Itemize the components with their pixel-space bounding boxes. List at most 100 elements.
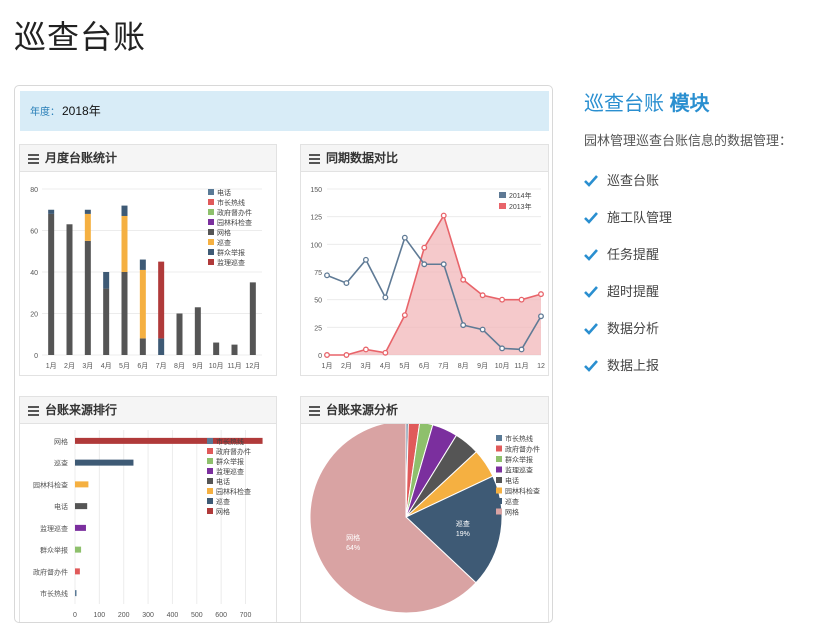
dashboard-screenshot: 年度： 2018年 月度台账统计 0 20 40 60 80 1月 2月 3月 4月 5月 6月 7月 8… (14, 85, 553, 623)
data-point (401, 234, 408, 241)
legend-label: 园林科检查 (216, 487, 251, 496)
menu-icon[interactable] (309, 404, 320, 418)
feature-item: 施工队管理 (584, 208, 672, 245)
data-point (401, 312, 408, 319)
bar-segment (84, 213, 91, 241)
data-point (479, 292, 486, 299)
legend-swatch (207, 458, 213, 464)
bar (75, 503, 88, 510)
feature-label: 超时提醒 (607, 284, 660, 299)
bar-segment (231, 344, 238, 355)
legend-label: 2014年 (509, 191, 532, 200)
legend-label: 监理巡查 (216, 467, 244, 476)
data-point (538, 313, 544, 320)
feature-item: 超时提醒 (584, 282, 672, 319)
y-tick-label: 60 (30, 229, 38, 236)
x-tick-label: 3月 (360, 362, 371, 370)
legend-label: 监理巡查 (217, 258, 245, 267)
x-tick-label: 6月 (419, 362, 430, 370)
x-tick-label: 300 (142, 612, 154, 619)
data-point (362, 346, 369, 353)
legend-label: 政府督办件 (216, 447, 251, 456)
y-tick-label: 150 (310, 187, 322, 194)
compare-line-chart: 0 25 50 75 100 125 150 1月 2月 3月 4月 5月 6月 7月 8月 9月 10月 11月… (310, 187, 545, 370)
data-point (440, 261, 447, 268)
x-tick-label: 8月 (174, 362, 185, 370)
legend-label: 2013年 (509, 202, 532, 211)
legend-swatch (499, 203, 506, 209)
year-filter-label: 年度： (30, 107, 60, 118)
bar-segment (158, 338, 165, 355)
legend-label: 园林科检查 (505, 487, 540, 496)
x-tick-label: 10月 (209, 362, 224, 370)
x-tick-label: 12 (537, 363, 545, 370)
y-tick-label: 群众举报 (40, 546, 68, 555)
legend-swatch (207, 498, 213, 504)
legend-label: 监理巡查 (505, 466, 533, 475)
bar-segment (84, 240, 91, 355)
bar-segment (121, 215, 128, 272)
bar (75, 568, 80, 575)
data-point (421, 244, 428, 251)
pie-label: 网格 (346, 533, 360, 542)
x-tick-label: 5月 (119, 362, 130, 370)
y-tick-label: 0 (34, 353, 38, 360)
panel-source-title: 台账来源分析 (326, 403, 399, 417)
x-tick-label: 600 (215, 612, 227, 619)
monthly-bar-chart: 0 20 40 60 80 1月 2月 3月 4月 5月 6月 7月 8月 9月 10月 11月 12月 电话市长… (30, 187, 262, 370)
ranking-hbar-chart: 0 100 200 300 400 500 600 700网格巡查园林科检查电话监理巡查群众举… (33, 430, 263, 619)
bar-segment (84, 209, 91, 214)
pie-percent: 19% (456, 531, 470, 538)
legend-swatch (496, 487, 502, 494)
check-icon (584, 360, 598, 372)
bar-segment (213, 342, 220, 355)
data-point (499, 296, 506, 303)
legend-swatch (496, 498, 502, 504)
menu-icon[interactable] (309, 152, 320, 166)
module-title-bold: 模块 (669, 93, 710, 115)
legend-swatch (496, 466, 502, 473)
data-point (382, 349, 389, 356)
panel-compare: 同期数据对比 0 25 50 75 100 125 150 1月 2月 3月 4月 5月 6月 7月 8月 9… (300, 144, 549, 376)
bar-segment (139, 259, 146, 270)
bar-segment (66, 224, 73, 355)
bar-segment (194, 307, 201, 355)
legend-label: 群众举报 (216, 457, 244, 466)
panel-ranking-title: 台账来源排行 (45, 403, 118, 417)
panel-ranking-header: 台账来源排行 (20, 397, 276, 424)
legend-label: 园林科检查 (217, 218, 252, 227)
legend-swatch (499, 192, 506, 198)
bar-segment (121, 272, 128, 355)
x-tick-label: 2月 (64, 362, 75, 370)
data-point (343, 352, 350, 358)
panel-source-header: 台账来源分析 (301, 397, 548, 424)
bar-segment (139, 269, 146, 339)
bar (75, 459, 134, 466)
panel-ranking: 台账来源排行 0 100 200 300 400 500 600 700 网格 巡查 园林科检查 电话… (19, 396, 277, 622)
y-tick-label: 电话 (54, 502, 68, 511)
feature-item: 数据上报 (584, 356, 672, 393)
module-title: 巡查台账 模块 (584, 87, 710, 116)
check-icon (584, 286, 598, 298)
legend-swatch (208, 219, 214, 225)
menu-icon[interactable] (28, 404, 39, 418)
x-tick-label: 100 (94, 612, 106, 619)
bar (75, 481, 89, 488)
legend-label: 市长热线 (505, 434, 533, 443)
legend-label: 网格 (505, 508, 519, 517)
menu-icon[interactable] (28, 152, 39, 166)
bar-segment (121, 205, 128, 216)
legend-label: 市长热线 (216, 437, 244, 446)
bar-segment (48, 209, 55, 214)
data-point (538, 291, 544, 298)
legend-swatch (207, 438, 213, 444)
x-tick-label: 700 (240, 612, 252, 619)
x-tick-label: 7月 (156, 362, 167, 370)
y-tick-label: 125 (310, 215, 322, 222)
legend-swatch (496, 477, 502, 483)
legend-swatch (208, 239, 214, 245)
panel-monthly-header: 月度台账统计 (20, 145, 276, 172)
year-filter-value[interactable]: 2018年 (62, 104, 101, 118)
x-tick-label: 1月 (46, 362, 57, 370)
x-tick-label: 1月 (322, 362, 333, 370)
